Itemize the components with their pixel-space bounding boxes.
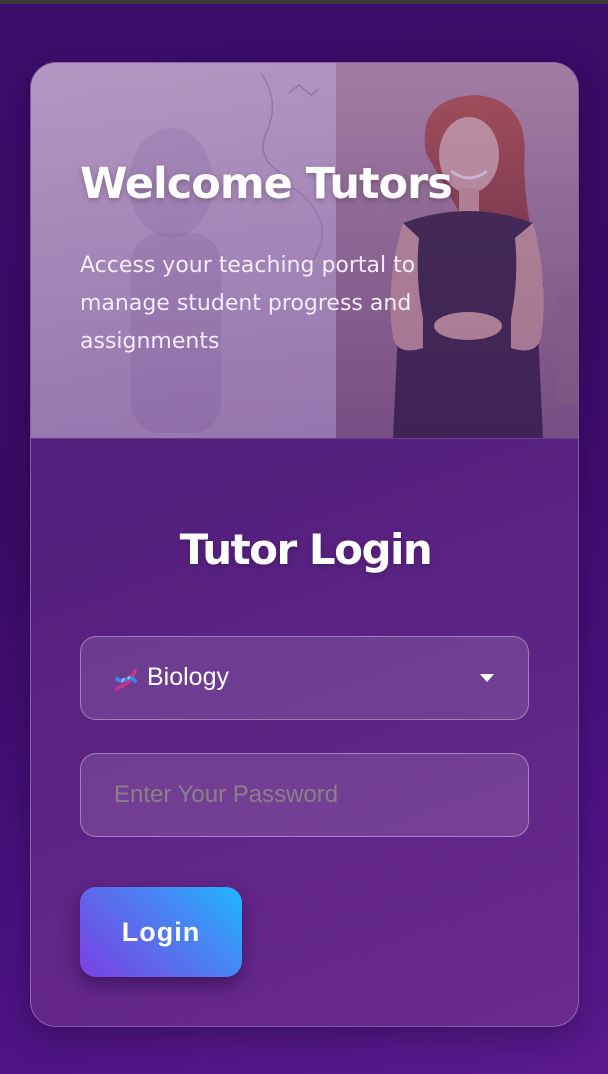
subject-select-value: Biology xyxy=(147,663,229,691)
password-input[interactable] xyxy=(81,754,528,836)
browser-top-edge xyxy=(0,0,608,4)
dna-icon xyxy=(115,669,137,691)
hero-title: Welcome Tutors xyxy=(80,159,453,209)
hero-banner: Welcome Tutors Access your teaching port… xyxy=(31,63,578,439)
login-title: Tutor Login xyxy=(179,525,433,574)
login-card: Welcome Tutors Access your teaching port… xyxy=(30,62,579,1027)
password-field-wrapper xyxy=(80,753,529,837)
hero-subtitle: Access your teaching portal to manage st… xyxy=(80,253,416,354)
chevron-down-icon xyxy=(480,674,494,682)
subject-select[interactable]: Biology xyxy=(80,636,529,720)
login-button[interactable]: Login xyxy=(80,887,242,977)
